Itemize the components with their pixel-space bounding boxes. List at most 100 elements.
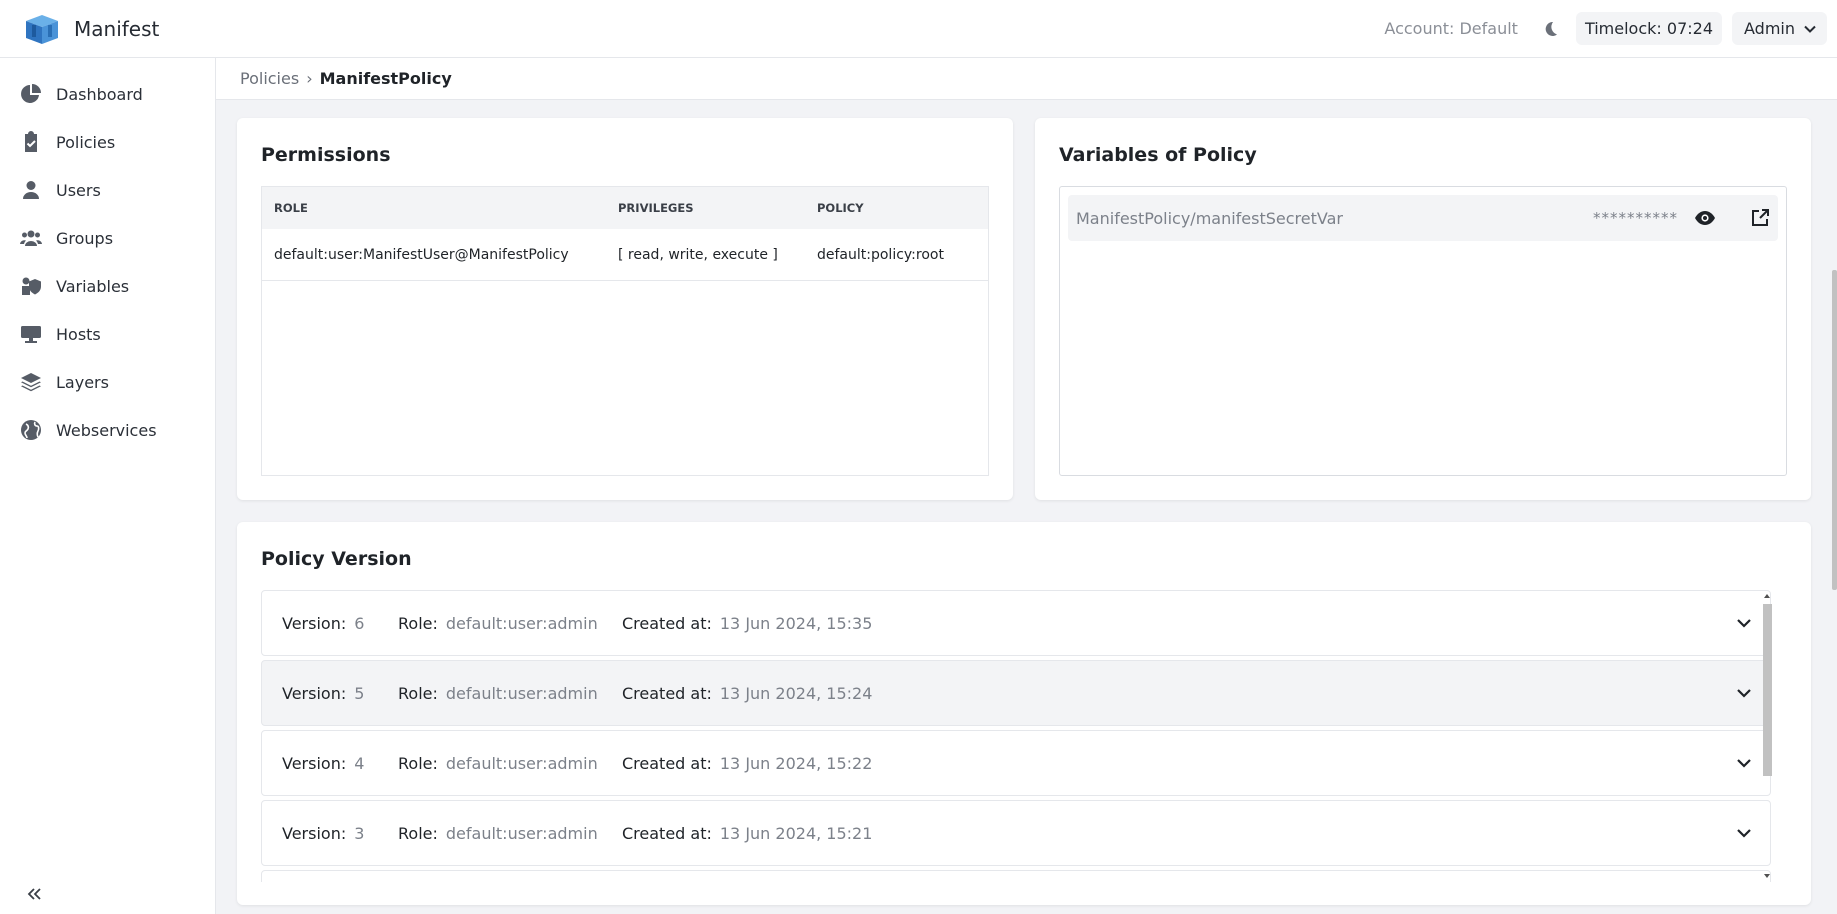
created-label: Created at: [622, 683, 712, 703]
dashboard-icon [21, 84, 41, 103]
sidebar-item-hosts[interactable]: Hosts [0, 310, 215, 358]
variable-masked-value: ********** [1593, 209, 1678, 227]
hosts-icon [21, 326, 41, 343]
version-created: 13 Jun 2024, 15:22 [719, 753, 873, 773]
page-scrollbar-thumb[interactable] [1832, 270, 1837, 590]
version-item[interactable]: Version: 5 Role: default:user:admin Create… [261, 660, 1771, 726]
version-label: Version: [282, 753, 347, 773]
permission-role: default:user:ManifestUser@ManifestPolicy [274, 246, 569, 263]
policies-icon [25, 131, 37, 152]
version-item[interactable]: Version: 3 Role: default:user:admin Create… [261, 800, 1771, 866]
breadcrumb-current: ManifestPolicy [319, 69, 452, 88]
version-created: 13 Jun 2024, 15:24 [719, 683, 873, 703]
version-number: 6 [354, 613, 365, 633]
sidebar-item-label: Webservices [56, 420, 157, 440]
version-item-partial[interactable] [261, 870, 1771, 882]
external-link-icon[interactable] [1750, 208, 1770, 228]
created-label: Created at: [622, 823, 712, 843]
version-list: Version: 6 Role: default:user:admin Create… [261, 590, 1773, 882]
permissions-table: ROLE PRIVILEGES POLICY default:user:Mani… [261, 186, 989, 476]
user-icon [23, 181, 39, 199]
breadcrumb-separator: › [306, 69, 313, 88]
role-label: Role: [398, 683, 438, 703]
brand[interactable]: Manifest [0, 13, 216, 45]
sidebar-item-label: Policies [56, 132, 116, 152]
sidebar-item-label: Users [56, 180, 101, 200]
sidebar-item-groups[interactable]: Groups [0, 214, 215, 262]
created-label: Created at: [622, 613, 712, 633]
table-row[interactable]: default:user:ManifestUser@ManifestPolicy… [262, 229, 988, 281]
permission-policy: default:policy:root [817, 246, 944, 263]
version-created: 13 Jun 2024, 15:21 [719, 823, 873, 843]
sidebar-item-dashboard[interactable]: Dashboard [0, 70, 215, 118]
variables-title: Variables of Policy [1059, 144, 1257, 166]
moon-icon[interactable] [1540, 19, 1560, 39]
role-label: Role: [398, 613, 438, 633]
permissions-title: Permissions [261, 144, 391, 166]
layers-icon [21, 373, 41, 392]
sidebar-item-label: Layers [56, 372, 109, 392]
sidebar-item-webservices[interactable]: Webservices [0, 406, 215, 454]
version-number: 5 [354, 683, 365, 703]
variable-name: ManifestPolicy/manifestSecretVar [1076, 208, 1343, 228]
scroll-up-icon[interactable] [1763, 592, 1771, 600]
sidebar-item-label: Dashboard [56, 84, 143, 104]
groups-icon [20, 230, 42, 246]
chevron-down-icon[interactable] [1736, 825, 1752, 841]
sidebar-item-label: Groups [56, 228, 114, 248]
column-header-policy[interactable]: POLICY [817, 201, 988, 215]
version-item[interactable]: Version: 4 Role: default:user:admin Create… [261, 730, 1771, 796]
version-number: 3 [354, 823, 365, 843]
variables-card: Variables of Policy ManifestPolicy/manif… [1035, 118, 1811, 500]
sidebar-item-layers[interactable]: Layers [0, 358, 215, 406]
user-name: Admin [1744, 19, 1795, 38]
permissions-card: Permissions ROLE PRIVILEGES POLICY defau… [237, 118, 1013, 500]
sidebar-item-label: Variables [56, 276, 130, 296]
sidebar-item-users[interactable]: Users [0, 166, 215, 214]
column-header-role[interactable]: ROLE [262, 201, 618, 215]
version-item[interactable]: Version: 6 Role: default:user:admin Create… [261, 590, 1771, 656]
version-label: Version: [282, 823, 347, 843]
scrollbar-thumb[interactable] [1763, 604, 1772, 776]
scroll-down-icon[interactable] [1763, 872, 1771, 880]
double-chevron-left-icon[interactable] [24, 884, 44, 904]
sidebar: Dashboard Policies Users Groups Variable… [0, 58, 216, 914]
top-bar: Manifest Account: Default Timelock: 07:2… [0, 0, 1837, 58]
breadcrumb-parent-link[interactable]: Policies [240, 69, 299, 88]
version-role: default:user:admin [445, 753, 598, 773]
account-label[interactable]: Account: Default [1384, 19, 1518, 38]
policy-version-card: Policy Version Version: 6 Role: default:us… [237, 522, 1811, 905]
globe-icon [21, 420, 41, 440]
manifest-logo-icon [26, 14, 58, 44]
permission-privileges: [ read, write, execute ] [618, 246, 778, 263]
version-role: default:user:admin [445, 683, 598, 703]
chevron-down-icon[interactable] [1736, 685, 1752, 701]
chevron-down-icon [1804, 25, 1816, 33]
eye-icon[interactable] [1694, 207, 1716, 229]
column-header-privileges[interactable]: PRIVILEGES [618, 201, 817, 215]
sidebar-item-label: Hosts [56, 324, 101, 344]
chevron-down-icon[interactable] [1736, 615, 1752, 631]
policy-version-title: Policy Version [261, 548, 412, 570]
list-item[interactable]: ManifestPolicy/manifestSecretVar *******… [1068, 195, 1778, 241]
version-number: 4 [354, 753, 365, 773]
table-header: ROLE PRIVILEGES POLICY [262, 187, 988, 229]
sidebar-item-variables[interactable]: Variables [0, 262, 215, 310]
version-list-scrollbar[interactable] [1761, 590, 1773, 882]
breadcrumb: Policies › ManifestPolicy [216, 58, 1837, 100]
sidebar-item-policies[interactable]: Policies [0, 118, 215, 166]
variables-list: ManifestPolicy/manifestSecretVar *******… [1059, 186, 1787, 476]
variables-icon [22, 277, 41, 295]
role-label: Role: [398, 823, 438, 843]
created-label: Created at: [622, 753, 712, 773]
version-label: Version: [282, 683, 347, 703]
user-menu-button[interactable]: Admin [1732, 12, 1827, 45]
version-created: 13 Jun 2024, 15:35 [719, 613, 873, 633]
version-role: default:user:admin [445, 613, 598, 633]
app-name: Manifest [74, 16, 160, 41]
role-label: Role: [398, 753, 438, 773]
chevron-down-icon[interactable] [1736, 755, 1752, 771]
version-label: Version: [282, 613, 347, 633]
version-role: default:user:admin [445, 823, 598, 843]
timelock-badge[interactable]: Timelock: 07:24 [1575, 12, 1722, 45]
